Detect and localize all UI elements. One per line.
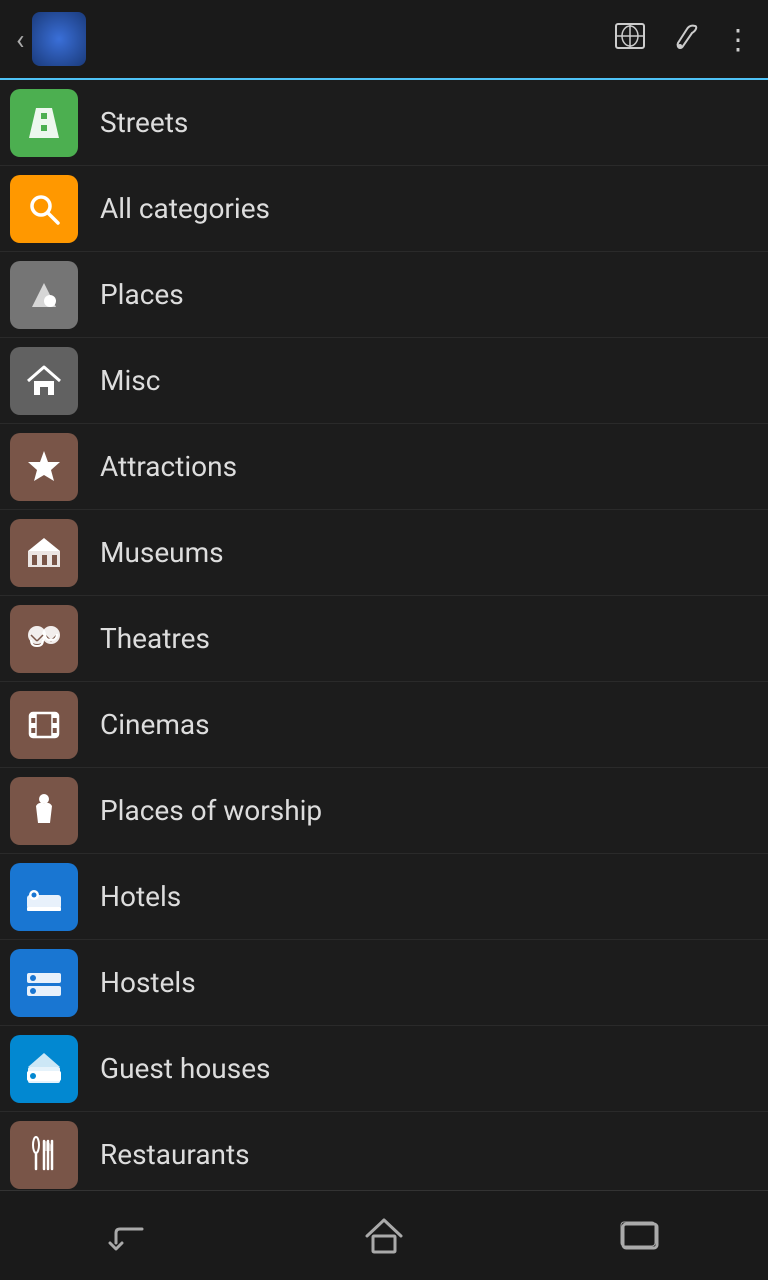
museums-icon	[10, 519, 78, 587]
museums-label: Museums	[100, 536, 224, 569]
list-item-museums[interactable]: Museums	[0, 510, 768, 596]
list-item-worship[interactable]: Places of worship	[0, 768, 768, 854]
header-back-icon[interactable]: ‹	[16, 23, 24, 56]
list-item-guesthouses[interactable]: Guest houses	[0, 1026, 768, 1112]
attractions-icon	[10, 433, 78, 501]
all-categories-icon-wrap	[0, 166, 88, 252]
attractions-label: Attractions	[100, 450, 237, 483]
guesthouses-icon	[10, 1035, 78, 1103]
list-item-theatres[interactable]: Theatres	[0, 596, 768, 682]
guesthouses-icon-wrap	[0, 1026, 88, 1112]
theatres-label: Theatres	[100, 622, 210, 655]
attractions-icon-wrap	[0, 424, 88, 510]
list-item-hostels[interactable]: Hostels	[0, 940, 768, 1026]
misc-icon	[10, 347, 78, 415]
bottom-navigation	[0, 1190, 768, 1280]
list-item-all-categories[interactable]: All categories	[0, 166, 768, 252]
list-item-places[interactable]: Places	[0, 252, 768, 338]
list-item-hotels[interactable]: Hotels	[0, 854, 768, 940]
streets-label: Streets	[100, 106, 188, 139]
restaurants-icon	[10, 1121, 78, 1189]
misc-icon-wrap	[0, 338, 88, 424]
map-icon[interactable]	[614, 20, 646, 59]
all-categories-icon	[10, 175, 78, 243]
app-logo	[32, 12, 86, 66]
restaurants-label: Restaurants	[100, 1138, 250, 1171]
hotels-icon	[10, 863, 78, 931]
nav-back-button[interactable]	[88, 1206, 168, 1266]
worship-icon	[10, 777, 78, 845]
wrench-icon[interactable]	[670, 21, 700, 58]
list-item-restaurants[interactable]: Restaurants	[0, 1112, 768, 1190]
worship-label: Places of worship	[100, 794, 322, 827]
misc-label: Misc	[100, 364, 160, 397]
hotels-label: Hotels	[100, 880, 181, 913]
theatres-icon	[10, 605, 78, 673]
hostels-icon-wrap	[0, 940, 88, 1026]
restaurants-icon-wrap	[0, 1112, 88, 1191]
streets-icon	[10, 89, 78, 157]
streets-icon-wrap	[0, 80, 88, 166]
places-icon	[10, 261, 78, 329]
more-icon[interactable]: ⋮	[724, 23, 752, 56]
hostels-label: Hostels	[100, 966, 196, 999]
cinemas-label: Cinemas	[100, 708, 210, 741]
list-item-attractions[interactable]: Attractions	[0, 424, 768, 510]
places-label: Places	[100, 278, 184, 311]
app-header: ‹ ⋮	[0, 0, 768, 80]
list-item-streets[interactable]: Streets	[0, 80, 768, 166]
nav-home-button[interactable]	[344, 1206, 424, 1266]
hostels-icon	[10, 949, 78, 1017]
museums-icon-wrap	[0, 510, 88, 596]
theatres-icon-wrap	[0, 596, 88, 682]
category-list: Streets All categories Places	[0, 80, 768, 1190]
header-actions: ⋮	[614, 20, 752, 59]
list-item-cinemas[interactable]: Cinemas	[0, 682, 768, 768]
guesthouses-label: Guest houses	[100, 1052, 271, 1085]
cinemas-icon-wrap	[0, 682, 88, 768]
hotels-icon-wrap	[0, 854, 88, 940]
nav-recent-button[interactable]	[600, 1206, 680, 1266]
places-icon-wrap	[0, 252, 88, 338]
worship-icon-wrap	[0, 768, 88, 854]
all-categories-label: All categories	[100, 192, 270, 225]
list-item-misc[interactable]: Misc	[0, 338, 768, 424]
cinemas-icon	[10, 691, 78, 759]
